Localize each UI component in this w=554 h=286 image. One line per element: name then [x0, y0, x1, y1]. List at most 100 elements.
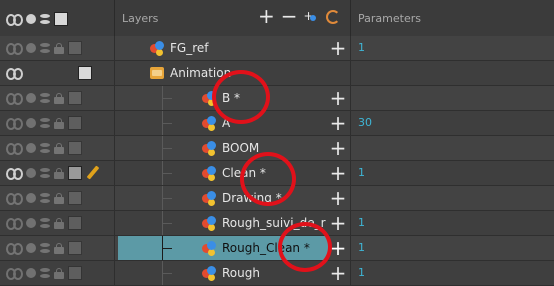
layer-row-selected[interactable]: Rough_Clean * + 1 — [0, 236, 554, 261]
visibility-icon[interactable] — [6, 167, 23, 180]
stack-icon[interactable] — [40, 242, 50, 254]
layer-parameter[interactable]: 1 — [358, 236, 365, 260]
stack-icon[interactable] — [40, 192, 50, 204]
stack-icon[interactable] — [40, 92, 50, 104]
layer-menu-icon[interactable] — [324, 8, 340, 24]
add-column-icon[interactable]: + — [329, 88, 347, 108]
stack-icon[interactable] — [40, 117, 50, 129]
layers-title: Layers — [122, 12, 159, 25]
layers-header: Layers + − + Parameters — [0, 0, 554, 37]
solo-icon[interactable] — [26, 43, 36, 53]
add-drawing-layer-icon[interactable]: + — [304, 9, 318, 23]
stack-icon[interactable] — [40, 267, 50, 279]
color-swatch-icon[interactable] — [68, 91, 82, 105]
solo-icon[interactable] — [26, 93, 36, 103]
visibility-icon[interactable] — [6, 92, 23, 105]
lock-icon[interactable] — [54, 92, 64, 104]
color-swatch-icon[interactable] — [68, 191, 82, 205]
layer-row[interactable]: FG_ref + 1 — [0, 36, 554, 61]
visibility-icon[interactable] — [6, 117, 23, 130]
drawing-layer-icon — [202, 191, 216, 205]
add-column-icon[interactable]: + — [329, 188, 347, 208]
show-all-icon[interactable] — [6, 13, 23, 26]
layer-parameter[interactable]: 1 — [358, 161, 365, 185]
stack-icon[interactable] — [40, 42, 50, 54]
lock-icon[interactable] — [54, 217, 64, 229]
drawing-layer-icon — [202, 216, 216, 230]
stack-icon[interactable] — [40, 13, 50, 25]
parameters-title: Parameters — [358, 12, 421, 25]
color-swatch-icon[interactable] — [68, 241, 82, 255]
header-toggle-icons — [6, 10, 68, 28]
folder-icon — [150, 67, 164, 79]
add-column-icon[interactable]: + — [329, 38, 347, 58]
stack-icon[interactable] — [40, 217, 50, 229]
layer-row[interactable]: B * + — [0, 86, 554, 111]
visibility-icon[interactable] — [6, 192, 23, 205]
annotation-circle — [278, 222, 332, 272]
layer-parameter[interactable]: 1 — [358, 211, 365, 235]
layer-toggles — [6, 65, 92, 81]
visibility-icon[interactable] — [6, 67, 23, 80]
pencil-icon[interactable] — [86, 166, 100, 180]
visibility-icon[interactable] — [6, 142, 23, 155]
lock-icon[interactable] — [54, 42, 64, 54]
layer-row[interactable]: A + 30 — [0, 111, 554, 136]
add-column-icon[interactable]: + — [329, 263, 347, 283]
add-column-icon[interactable]: + — [329, 138, 347, 158]
add-column-icon[interactable]: + — [329, 113, 347, 133]
drawing-layer-icon — [202, 141, 216, 155]
layers-panel: Layers + − + Parameters FG_ref + 1 Anima… — [0, 0, 554, 286]
layer-name[interactable]: FG_ref — [170, 41, 208, 55]
color-swatch-icon[interactable] — [68, 141, 82, 155]
layer-toggles — [6, 40, 82, 56]
layer-parameter[interactable]: 1 — [358, 36, 365, 60]
solo-icon[interactable] — [26, 218, 36, 228]
color-swatch-icon[interactable] — [54, 12, 68, 26]
add-column-icon[interactable]: + — [329, 163, 347, 183]
layer-tools: + − + — [258, 6, 340, 26]
drawing-layer-icon — [202, 166, 216, 180]
stack-icon[interactable] — [40, 142, 50, 154]
solo-icon[interactable] — [26, 168, 36, 178]
layer-row[interactable]: Animation — [0, 61, 554, 86]
lock-icon[interactable] — [54, 167, 64, 179]
solo-icon[interactable] — [26, 243, 36, 253]
solo-icon[interactable] — [26, 193, 36, 203]
layer-row[interactable]: Rough + 1 — [0, 261, 554, 286]
visibility-icon[interactable] — [6, 242, 23, 255]
color-swatch-icon[interactable] — [68, 266, 82, 280]
solo-icon[interactable] — [26, 118, 36, 128]
color-swatch-icon[interactable] — [78, 66, 92, 80]
visibility-icon[interactable] — [6, 217, 23, 230]
remove-layer-icon[interactable]: − — [281, 6, 298, 26]
solo-icon[interactable] — [26, 143, 36, 153]
lock-icon[interactable] — [54, 242, 64, 254]
header-divider — [114, 0, 115, 36]
drawing-layer-icon — [202, 116, 216, 130]
color-swatch-icon[interactable] — [68, 216, 82, 230]
visibility-icon[interactable] — [6, 42, 23, 55]
add-column-icon[interactable]: + — [329, 213, 347, 233]
layer-name[interactable]: BOOM — [222, 141, 259, 155]
layer-name[interactable]: Rough — [222, 266, 260, 280]
annotation-circle — [212, 70, 270, 124]
color-swatch-icon[interactable] — [68, 166, 82, 180]
lock-icon[interactable] — [54, 117, 64, 129]
solo-icon[interactable] — [26, 14, 36, 24]
header-divider-2 — [350, 0, 351, 36]
drawing-layer-icon — [150, 41, 164, 55]
visibility-icon[interactable] — [6, 267, 23, 280]
stack-icon[interactable] — [40, 167, 50, 179]
layer-parameter[interactable]: 30 — [358, 111, 372, 135]
annotation-circle — [240, 152, 296, 206]
add-layer-icon[interactable]: + — [258, 6, 275, 26]
lock-icon[interactable] — [54, 192, 64, 204]
layer-row[interactable]: Rough_suivi_de_r + 1 — [0, 211, 554, 236]
color-swatch-icon[interactable] — [68, 41, 82, 55]
drawing-layer-icon — [202, 241, 216, 255]
drawing-layer-icon — [202, 266, 216, 280]
layer-parameter[interactable]: 1 — [358, 261, 365, 285]
color-swatch-icon[interactable] — [68, 116, 82, 130]
lock-icon[interactable] — [54, 142, 64, 154]
